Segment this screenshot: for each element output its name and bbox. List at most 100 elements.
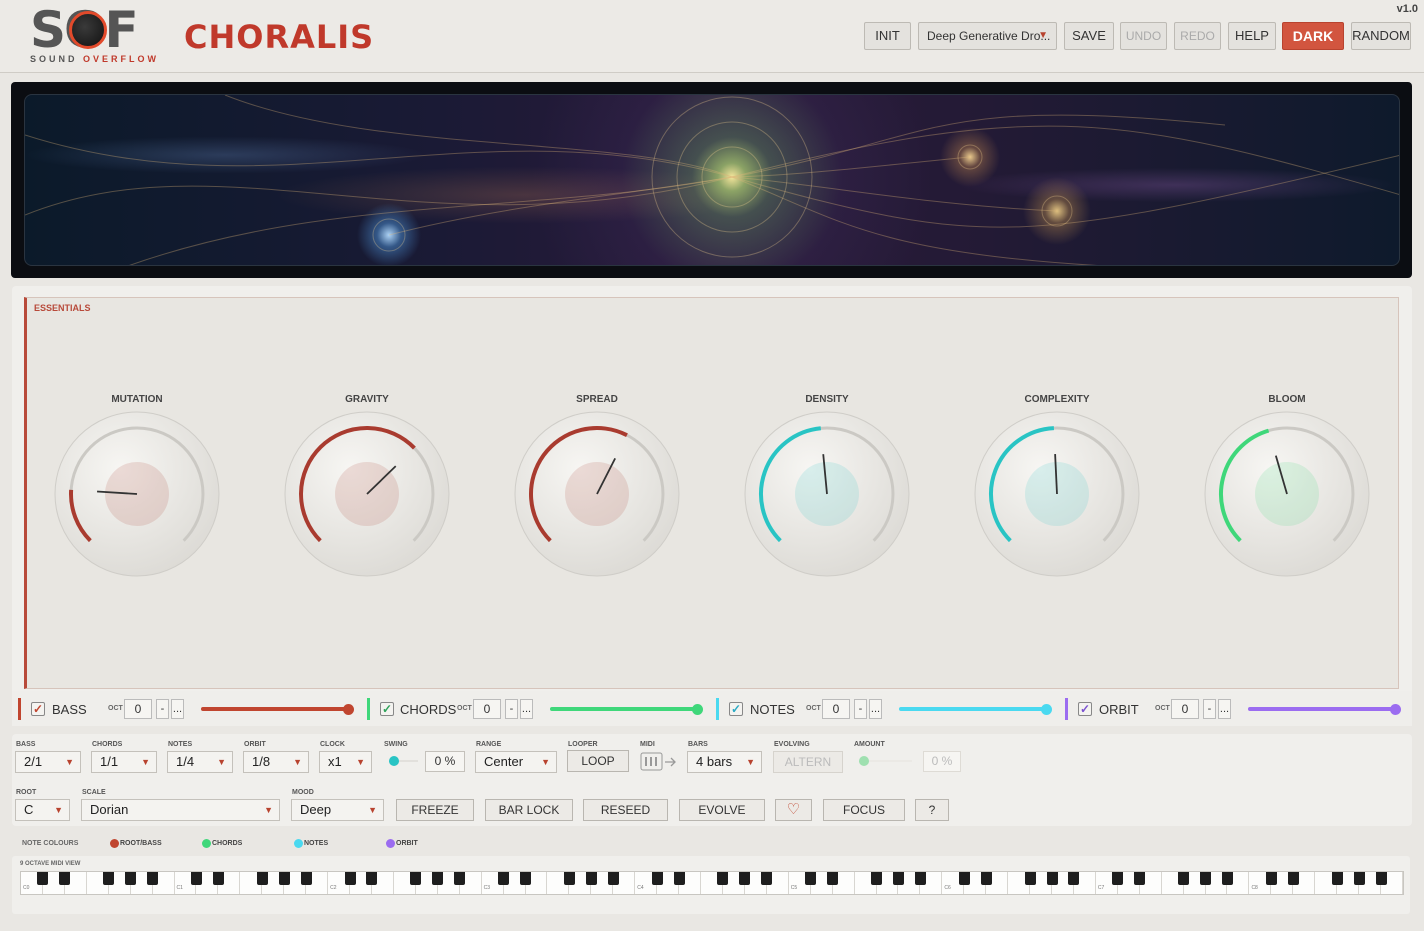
black-key[interactable]	[1375, 872, 1387, 885]
black-key[interactable]	[278, 872, 290, 885]
black-key[interactable]	[1112, 872, 1124, 885]
orbit-rate-select[interactable]: 1/8 ▼	[243, 751, 309, 773]
notes-rate-select[interactable]: 1/4 ▼	[167, 751, 233, 773]
orbit-octave-field[interactable]: 0	[1171, 699, 1199, 719]
chords-volume-slider[interactable]	[550, 707, 700, 711]
save-button[interactable]: SAVE	[1064, 22, 1114, 50]
chords-volume-thumb[interactable]	[692, 704, 703, 715]
black-key[interactable]	[1068, 872, 1080, 885]
dark-mode-button[interactable]: DARK	[1282, 22, 1344, 50]
mood-select[interactable]: Deep ▼	[291, 799, 384, 821]
black-key[interactable]	[827, 872, 839, 885]
black-key[interactable]	[739, 872, 751, 885]
chords-octave-minus-button[interactable]: -	[505, 699, 518, 719]
black-key[interactable]	[1178, 872, 1190, 885]
bass-volume-thumb[interactable]	[343, 704, 354, 715]
black-key[interactable]	[190, 872, 202, 885]
evolving-mode-button[interactable]: ALTERN	[773, 751, 843, 773]
orbit-octave-minus-button[interactable]: -	[1203, 699, 1216, 719]
black-key[interactable]	[454, 872, 466, 885]
amount-slider-track[interactable]	[862, 760, 912, 762]
preset-select[interactable]: Deep Generative Dro... ▼	[918, 22, 1057, 50]
notes-volume-slider[interactable]	[899, 707, 1049, 711]
bass-octave-field[interactable]: 0	[124, 699, 152, 719]
density-knob[interactable]	[744, 411, 910, 582]
black-key[interactable]	[410, 872, 422, 885]
notes-octave-minus-button[interactable]: -	[854, 699, 867, 719]
black-key[interactable]	[651, 872, 663, 885]
swing-value[interactable]: 0 %	[425, 751, 465, 772]
black-key[interactable]	[300, 872, 312, 885]
midi-drag-icon[interactable]	[640, 752, 678, 772]
black-key[interactable]	[563, 872, 575, 885]
scale-select[interactable]: Dorian ▼	[81, 799, 280, 821]
black-key[interactable]	[344, 872, 356, 885]
black-key[interactable]	[103, 872, 115, 885]
amount-value[interactable]: 0 %	[923, 751, 961, 772]
black-key[interactable]	[871, 872, 883, 885]
notes-octave-more-button[interactable]: ...	[869, 699, 882, 719]
orbit-volume-slider[interactable]	[1248, 707, 1398, 711]
black-key[interactable]	[212, 872, 224, 885]
chords-octave-more-button[interactable]: ...	[520, 699, 533, 719]
random-button[interactable]: RANDOM	[1351, 22, 1411, 50]
black-key[interactable]	[125, 872, 137, 885]
chords-rate-select[interactable]: 1/1 ▼	[91, 751, 157, 773]
bass-enable-checkbox[interactable]: ✓	[31, 702, 45, 716]
black-key[interactable]	[1265, 872, 1277, 885]
loop-button[interactable]: LOOP	[567, 750, 629, 772]
black-key[interactable]	[59, 872, 71, 885]
undo-button[interactable]: UNDO	[1120, 22, 1167, 50]
root-select[interactable]: C ▼	[15, 799, 70, 821]
black-key[interactable]	[980, 872, 992, 885]
black-key[interactable]	[1046, 872, 1058, 885]
chords-octave-field[interactable]: 0	[473, 699, 501, 719]
amount-slider-thumb[interactable]	[859, 756, 869, 766]
black-key[interactable]	[256, 872, 268, 885]
black-key[interactable]	[1024, 872, 1036, 885]
freeze-button[interactable]: FREEZE	[396, 799, 474, 821]
range-select[interactable]: Center ▼	[475, 751, 557, 773]
redo-button[interactable]: REDO	[1174, 22, 1221, 50]
black-key[interactable]	[958, 872, 970, 885]
info-button[interactable]: ?	[915, 799, 949, 821]
gravity-knob[interactable]	[284, 411, 450, 582]
black-key[interactable]	[914, 872, 926, 885]
notes-octave-field[interactable]: 0	[822, 699, 850, 719]
spread-knob[interactable]	[514, 411, 680, 582]
bass-octave-more-button[interactable]: ...	[171, 699, 184, 719]
notes-volume-thumb[interactable]	[1041, 704, 1052, 715]
bloom-knob[interactable]	[1204, 411, 1370, 582]
black-key[interactable]	[432, 872, 444, 885]
black-key[interactable]	[498, 872, 510, 885]
swing-slider-thumb[interactable]	[389, 756, 399, 766]
complexity-knob[interactable]	[974, 411, 1140, 582]
clock-select[interactable]: x1 ▼	[319, 751, 372, 773]
notes-enable-checkbox[interactable]: ✓	[729, 702, 743, 716]
help-button[interactable]: HELP	[1228, 22, 1276, 50]
black-key[interactable]	[366, 872, 378, 885]
bars-select[interactable]: 4 bars ▼	[687, 751, 762, 773]
mutation-knob[interactable]	[54, 411, 220, 582]
chords-enable-checkbox[interactable]: ✓	[380, 702, 394, 716]
bar-lock-button[interactable]: BAR LOCK	[485, 799, 573, 821]
bass-volume-slider[interactable]	[201, 707, 351, 711]
bass-rate-select[interactable]: 2/1 ▼	[15, 751, 81, 773]
black-key[interactable]	[761, 872, 773, 885]
black-key[interactable]	[1134, 872, 1146, 885]
heart-icon[interactable]: ♡	[775, 799, 812, 821]
orbit-enable-checkbox[interactable]: ✓	[1078, 702, 1092, 716]
black-key[interactable]	[607, 872, 619, 885]
black-key[interactable]	[1353, 872, 1365, 885]
black-key[interactable]	[585, 872, 597, 885]
black-key[interactable]	[520, 872, 532, 885]
black-key[interactable]	[717, 872, 729, 885]
black-key[interactable]	[1222, 872, 1233, 885]
reseed-button[interactable]: RESEED	[583, 799, 668, 821]
black-key[interactable]	[805, 872, 817, 885]
focus-button[interactable]: FOCUS	[823, 799, 905, 821]
black-key[interactable]	[673, 872, 685, 885]
bass-octave-minus-button[interactable]: -	[156, 699, 169, 719]
orbit-octave-more-button[interactable]: ...	[1218, 699, 1231, 719]
black-key[interactable]	[1331, 872, 1343, 885]
